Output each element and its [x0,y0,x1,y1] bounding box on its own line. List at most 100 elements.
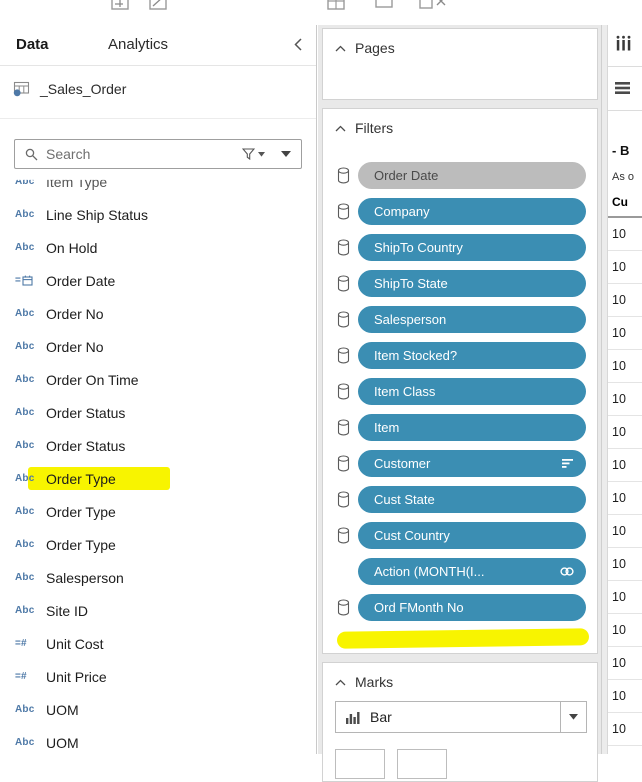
field-item[interactable]: AbcSite ID [0,594,316,627]
filter-pill[interactable]: Order Date [358,162,586,189]
filter-pill[interactable]: Company [358,198,586,225]
field-label: Order Type [46,504,116,520]
field-item[interactable]: AbcOrder On Time [0,363,316,396]
table-row[interactable]: 10 [608,515,642,548]
field-label: UOM [46,735,79,751]
tab-data[interactable]: Data [16,36,49,53]
pages-card[interactable]: Pages [322,28,598,100]
field-item[interactable]: AbcLine Ship Status [0,198,316,231]
table-cell[interactable]: 10 [608,722,626,736]
field-item[interactable]: AbcOrder Type [0,495,316,528]
table-cell[interactable]: 10 [608,524,626,538]
table-row[interactable]: 10 [608,317,642,350]
mark-type-caret-button[interactable] [560,702,586,732]
table-row[interactable]: 10 [608,548,642,581]
field-item[interactable]: AbcOrder Status [0,396,316,429]
filter-pill[interactable]: ShipTo State [358,270,586,297]
table-row[interactable]: 10 [608,713,642,746]
string-field-icon: Abc [15,407,46,418]
table-cell[interactable]: 10 [608,425,626,439]
table-cell[interactable]: 10 [608,689,626,703]
field-label: On Hold [46,240,97,256]
filter-fields-button[interactable] [242,148,265,160]
table-cell[interactable]: 10 [608,359,626,373]
data-pane: Data Analytics _Sales_Order AbcItem Type… [0,25,317,754]
field-item[interactable]: AbcSalesperson [0,561,316,594]
filter-pill-label: Item [374,420,574,435]
string-field-icon: Abc [15,572,46,583]
table-row[interactable]: 10 [608,251,642,284]
table-cell[interactable]: 10 [608,458,626,472]
table-cell[interactable]: 10 [608,656,626,670]
filter-pill[interactable]: Cust Country [358,522,586,549]
field-item[interactable]: AbcOrder No [0,330,316,363]
collapse-pane-icon[interactable] [294,38,302,51]
view-options-caret-icon[interactable] [281,151,291,157]
filter-pill-label: Cust Country [374,528,574,543]
field-item[interactable]: AbcUOM [0,726,316,754]
table-row[interactable]: 10 [608,383,642,416]
fix-axes-icon[interactable] [418,0,448,11]
table-cell[interactable]: 10 [608,392,626,406]
show-mark-labels-icon[interactable] [374,0,394,11]
table-cell[interactable]: 10 [608,293,626,307]
filter-pill[interactable]: Cust State [358,486,586,513]
table-row[interactable]: 10 [608,581,642,614]
datasource-cylinder-icon [337,491,350,508]
table-row[interactable]: 10 [608,284,642,317]
table-cell[interactable]: 10 [608,557,626,571]
table-row[interactable]: 10 [608,416,642,449]
filter-pill[interactable]: Ord FMonth No [358,594,586,621]
table-row[interactable]: 10 [608,449,642,482]
swap-axes-icon[interactable] [110,0,130,11]
datasource-row[interactable]: _Sales_Order [0,73,316,105]
toolbar [0,0,642,25]
tab-analytics[interactable]: Analytics [108,36,168,53]
table-cell[interactable]: 10 [608,491,626,505]
field-item[interactable]: AbcUOM [0,693,316,726]
table-cell[interactable]: 10 [608,623,626,637]
mark-type-dropdown[interactable]: Bar [335,701,587,733]
table-row[interactable]: 10 [608,614,642,647]
filter-pill[interactable]: Item Class [358,378,586,405]
field-item[interactable]: AbcOn Hold [0,231,316,264]
filter-pill[interactable]: Item [358,414,586,441]
table-row[interactable]: 10 [608,680,642,713]
collapse-card-icon[interactable] [335,45,346,52]
table-row[interactable]: 10 [608,647,642,680]
table-row[interactable]: 10 [608,350,642,383]
datasource-cylinder-icon [337,311,350,328]
field-item[interactable]: =#Unit Price [0,660,316,693]
field-item[interactable]: AbcOrder Status [0,429,316,462]
table-cell[interactable]: 10 [608,227,626,241]
pane-divider[interactable] [601,25,608,754]
funnel-icon [242,148,255,160]
collapse-card-icon[interactable] [335,679,346,686]
field-label: Line Ship Status [46,207,148,223]
field-item[interactable]: AbcOrder Type [0,528,316,561]
filter-shelf-row: Item Class [323,373,597,409]
table-row[interactable]: 10 [608,482,642,515]
table-cell[interactable]: 10 [608,260,626,274]
filter-pill[interactable]: ShipTo Country [358,234,586,261]
filter-pill-label: Item Stocked? [374,348,574,363]
group-members-icon[interactable] [326,0,346,11]
table-cell[interactable]: 10 [608,590,626,604]
search-input[interactable] [46,146,242,162]
filter-pill[interactable]: Action (MONTH(I... [358,558,586,585]
field-item[interactable]: =Order Date [0,264,316,297]
field-item[interactable]: =#Unit Cost [0,627,316,660]
collapse-card-icon[interactable] [335,125,346,132]
filter-pill[interactable]: Customer [358,450,586,477]
field-item[interactable]: AbcOrder Type [0,462,316,495]
sort-icon[interactable] [148,0,168,11]
table-row[interactable]: 10 [608,218,642,251]
filter-pill[interactable]: Salesperson [358,306,586,333]
table-cell[interactable]: 10 [608,326,626,340]
worksheet-pane: - B As o Cu 1010101010101010101010101010… [608,25,642,754]
field-label: Site ID [46,603,88,619]
filter-pill[interactable]: Item Stocked? [358,342,586,369]
field-item[interactable]: AbcItem Type [0,165,316,198]
filters-shelf: Order Date Company ShipTo Country ShipTo St… [323,157,597,625]
field-item[interactable]: AbcOrder No [0,297,316,330]
